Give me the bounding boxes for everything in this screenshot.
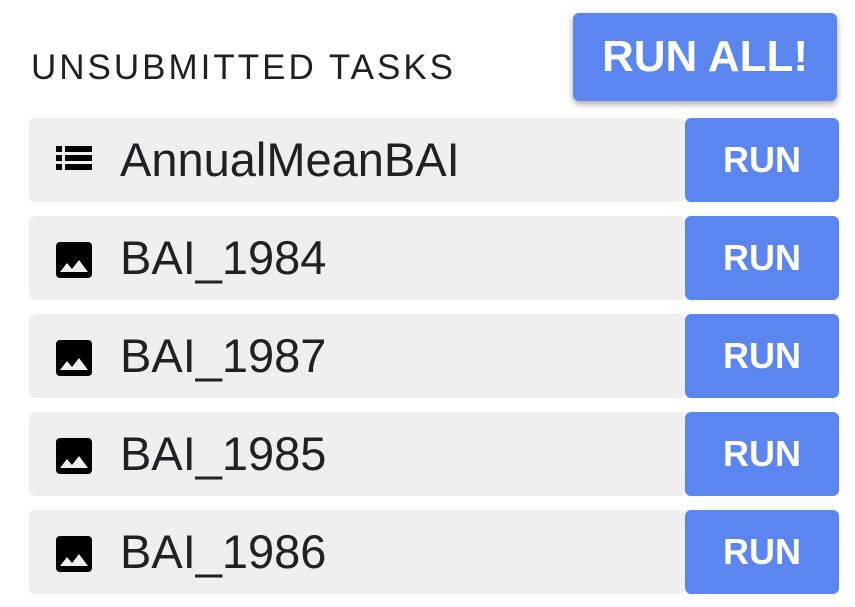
run-button[interactable]: RUN [685, 118, 839, 202]
task-name: BAI_1984 [120, 231, 327, 284]
task-name: BAI_1986 [120, 525, 327, 578]
image-icon [56, 536, 92, 572]
run-button[interactable]: RUN [685, 314, 839, 398]
image-icon [56, 340, 92, 376]
task-name: AnnualMeanBAI [120, 133, 460, 186]
image-icon [56, 242, 92, 278]
run-button[interactable]: RUN [685, 216, 839, 300]
task-name: BAI_1987 [120, 329, 327, 382]
run-button[interactable]: RUN [685, 412, 839, 496]
task-row: BAI_1985 RUN [29, 412, 839, 496]
task-name: BAI_1985 [120, 427, 327, 480]
table-icon [56, 146, 92, 170]
task-item[interactable]: BAI_1984 [29, 216, 685, 300]
section-title: UNSUBMITTED TASKS [31, 48, 457, 87]
task-row: BAI_1987 RUN [29, 314, 839, 398]
tasks-panel: UNSUBMITTED TASKS RUN ALL! AnnualMeanBAI… [0, 0, 855, 607]
task-item[interactable]: BAI_1987 [29, 314, 685, 398]
task-item[interactable]: BAI_1986 [29, 510, 685, 594]
task-item[interactable]: AnnualMeanBAI [29, 118, 685, 202]
run-all-button[interactable]: RUN ALL! [573, 13, 837, 101]
task-item[interactable]: BAI_1985 [29, 412, 685, 496]
task-row: BAI_1984 RUN [29, 216, 839, 300]
run-button[interactable]: RUN [685, 510, 839, 594]
task-row: BAI_1986 RUN [29, 510, 839, 594]
task-row: AnnualMeanBAI RUN [29, 118, 839, 202]
task-list: AnnualMeanBAI RUN BAI_1984 RUN BAI_1987 … [29, 118, 839, 607]
image-icon [56, 438, 92, 474]
